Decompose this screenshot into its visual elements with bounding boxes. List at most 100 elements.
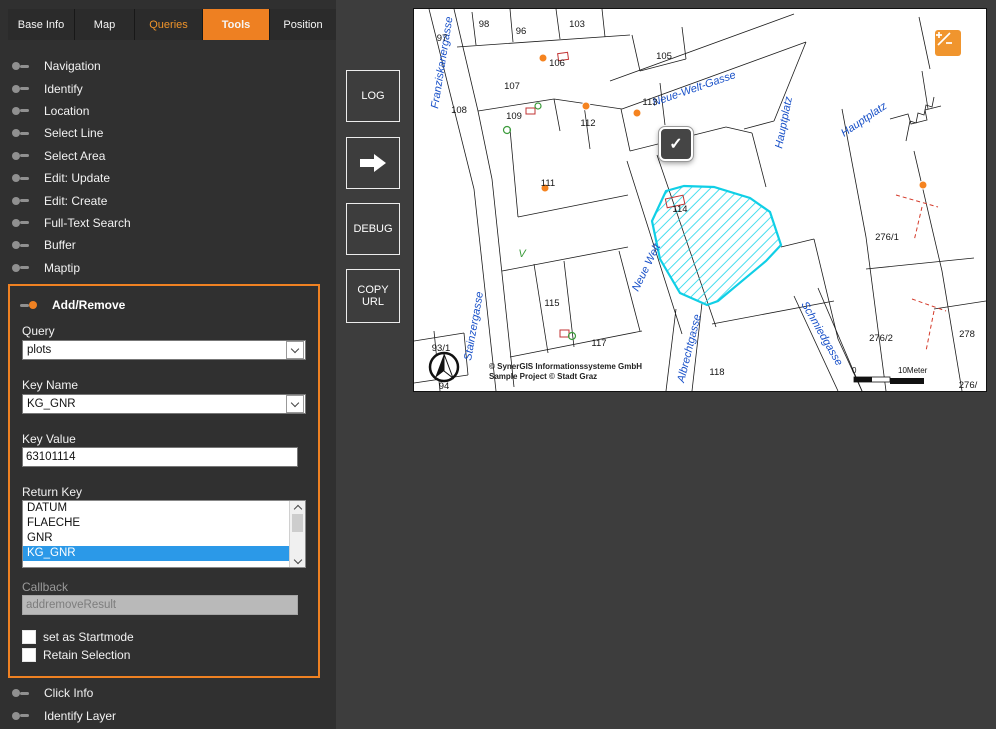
parcel-label: 97 xyxy=(437,33,448,44)
parcel-label: 105 xyxy=(656,51,672,62)
tab-queries[interactable]: Queries xyxy=(135,9,202,40)
tab-map[interactable]: Map xyxy=(75,9,134,40)
zone-label: V xyxy=(518,248,527,260)
tab-base-info[interactable]: Base Info xyxy=(8,9,74,40)
copy-url-button[interactable]: COPY URL xyxy=(346,269,400,323)
sidebar-item-navigation[interactable]: Navigation xyxy=(12,55,131,77)
list-option-datum[interactable]: DATUM xyxy=(23,501,289,516)
sidebar-item-buffer[interactable]: Buffer xyxy=(12,234,131,256)
left-panel: Base Info Map Queries Tools Position Nav… xyxy=(0,0,336,729)
next-button[interactable] xyxy=(346,137,400,189)
retain-checkbox-row[interactable]: Retain Selection xyxy=(22,648,130,662)
debug-button[interactable]: DEBUG xyxy=(346,203,400,255)
parcel-label: 103 xyxy=(569,19,585,30)
street-label: Neue-Welt-Gasse xyxy=(651,69,737,109)
toggle-off-icon xyxy=(12,712,32,720)
tool-label: Buffer xyxy=(44,238,76,252)
scroll-down-icon[interactable] xyxy=(290,554,305,567)
copyright-line1: © SynerGIS Informationssysteme GmbH xyxy=(489,362,642,371)
tool-label: Navigation xyxy=(44,59,101,73)
toggle-off-icon xyxy=(12,689,32,697)
listbox-options: DATUM FLAECHE GNR KG_GNR xyxy=(23,501,289,567)
copyright-line2: Sample Project © Stadt Graz xyxy=(489,372,597,381)
keyvalue-label: Key Value xyxy=(22,432,76,446)
street-label: Stainzergasse xyxy=(462,291,486,362)
tool-list-bottom: Click Info Identify Layer xyxy=(12,682,116,727)
toggle-off-icon xyxy=(12,174,32,182)
scroll-up-icon[interactable] xyxy=(290,501,305,514)
chevron-down-icon[interactable] xyxy=(286,395,304,413)
list-option-gnr[interactable]: GNR xyxy=(23,531,289,546)
scale-start-label: 0 xyxy=(852,366,857,375)
listbox-scrollbar[interactable] xyxy=(289,501,305,567)
tool-label: Edit: Create xyxy=(44,194,107,208)
list-option-kg-gnr[interactable]: KG_GNR xyxy=(23,546,289,561)
tool-list-top: Navigation Identify Location Select Line… xyxy=(12,55,131,279)
parcel-label: 118 xyxy=(709,367,724,378)
sidebar-item-edit-create[interactable]: Edit: Create xyxy=(12,189,131,211)
parcel-label: 112 xyxy=(580,118,595,129)
tool-label: Identify xyxy=(44,82,83,96)
addremove-title: Add/Remove xyxy=(52,298,125,312)
tool-label: Maptip xyxy=(44,261,80,275)
confirm-selection-button[interactable]: ✓ xyxy=(659,127,693,161)
startmode-checkbox[interactable] xyxy=(22,630,36,644)
sidebar-item-maptip[interactable]: Maptip xyxy=(12,257,131,279)
sidebar-item-addremove[interactable]: Add/Remove xyxy=(20,298,125,312)
north-arrow-icon xyxy=(430,353,458,381)
map-viewport[interactable]: Franziskanergasse Neue-Welt-Gasse Hauptp… xyxy=(413,8,987,392)
query-select-value: plots xyxy=(23,344,285,356)
parcel-label: 98 xyxy=(479,19,490,30)
sidebar-item-identify-layer[interactable]: Identify Layer xyxy=(12,704,116,726)
parcel-label: 108 xyxy=(451,105,467,116)
sidebar-item-select-area[interactable]: Select Area xyxy=(12,145,131,167)
tool-label: Select Line xyxy=(44,126,103,140)
sidebar-item-select-line[interactable]: Select Line xyxy=(12,122,131,144)
keyvalue-input[interactable] xyxy=(22,447,298,467)
scale-bar: 0 10Meter xyxy=(852,366,928,384)
sidebar-item-click-info[interactable]: Click Info xyxy=(12,682,116,704)
callback-label: Callback xyxy=(22,580,68,594)
parcel-label: 109 xyxy=(506,111,522,122)
query-select[interactable]: plots xyxy=(22,340,306,360)
log-button[interactable]: LOG xyxy=(346,70,400,122)
retain-checkbox[interactable] xyxy=(22,648,36,662)
check-icon: ✓ xyxy=(669,134,682,154)
parcel-label: 94 xyxy=(439,381,450,391)
toggle-off-icon xyxy=(12,85,32,93)
sidebar-item-identify[interactable]: Identify xyxy=(12,77,131,99)
tool-label: Location xyxy=(44,104,89,118)
toggle-layers-button[interactable] xyxy=(935,30,961,56)
map-svg: Franziskanergasse Neue-Welt-Gasse Hauptp… xyxy=(414,9,986,391)
callback-input xyxy=(22,595,298,615)
startmode-label: set as Startmode xyxy=(43,630,134,644)
toggle-off-icon xyxy=(12,129,32,137)
parcel-label: 106 xyxy=(549,58,565,69)
tab-position[interactable]: Position xyxy=(270,9,336,40)
keyname-select[interactable]: KG_GNR xyxy=(22,394,306,414)
toggle-off-icon xyxy=(12,219,32,227)
parcel-label: 276/ xyxy=(959,380,978,391)
chevron-down-icon[interactable] xyxy=(286,341,304,359)
tab-tools[interactable]: Tools xyxy=(203,9,269,40)
keyname-label: Key Name xyxy=(22,378,78,392)
list-option-flaeche[interactable]: FLAECHE xyxy=(23,516,289,531)
sidebar-item-edit-update[interactable]: Edit: Update xyxy=(12,167,131,189)
sidebar-item-location[interactable]: Location xyxy=(12,100,131,122)
parcel-label: 276/2 xyxy=(869,333,893,344)
keyname-select-value: KG_GNR xyxy=(23,398,285,410)
red-dashed-lines xyxy=(896,195,946,351)
sidebar-item-full-text-search[interactable]: Full-Text Search xyxy=(12,212,131,234)
returnkey-listbox[interactable]: DATUM FLAECHE GNR KG_GNR xyxy=(22,500,306,568)
toggle-off-icon xyxy=(12,264,32,272)
startmode-checkbox-row[interactable]: set as Startmode xyxy=(22,630,134,644)
scrollbar-thumb[interactable] xyxy=(292,514,303,532)
parcel-label: 107 xyxy=(504,81,520,92)
scale-end-label: 10Meter xyxy=(898,366,928,375)
returnkey-label: Return Key xyxy=(22,485,82,499)
retain-label: Retain Selection xyxy=(43,648,130,662)
tool-label: Identify Layer xyxy=(44,709,116,723)
street-label: Neue Welt xyxy=(630,241,664,293)
tab-bar: Base Info Map Queries Tools Position xyxy=(8,9,336,40)
selection-polygon xyxy=(652,186,781,305)
